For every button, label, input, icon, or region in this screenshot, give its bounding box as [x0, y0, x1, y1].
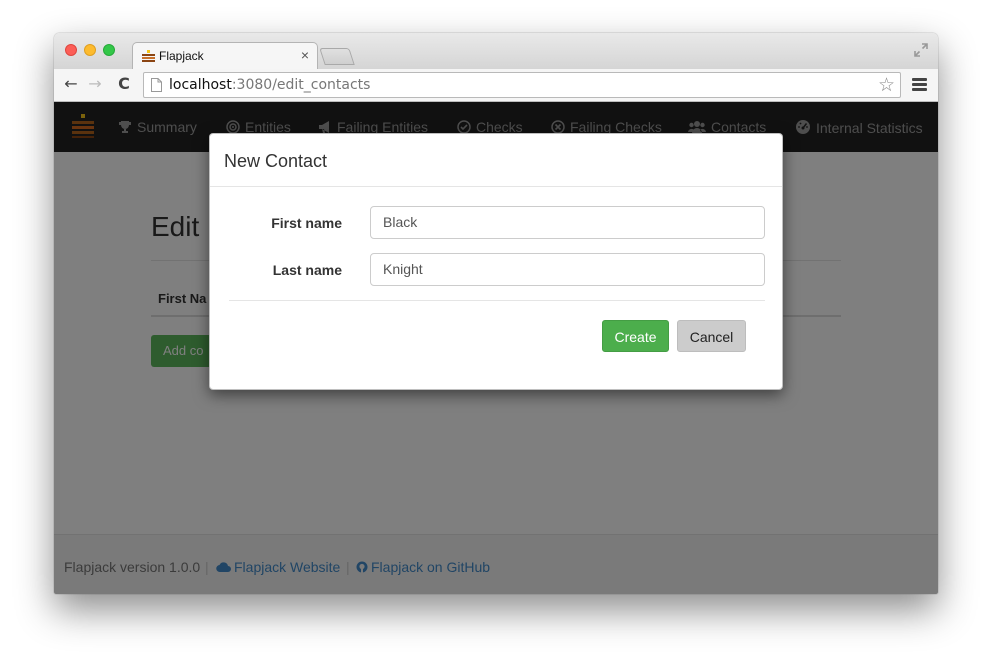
forward-button[interactable]: →	[86, 75, 104, 93]
menu-hamburger-icon[interactable]	[912, 78, 927, 91]
window-minimize-button[interactable]	[84, 44, 96, 56]
window-close-button[interactable]	[65, 44, 77, 56]
tab-title: Flapjack	[159, 49, 204, 63]
first-name-input[interactable]: Black	[370, 206, 765, 239]
address-bar[interactable]: localhost:3080/edit_contacts ☆	[143, 72, 901, 98]
reload-button[interactable]: C	[115, 75, 133, 93]
bookmark-star-icon[interactable]: ☆	[878, 74, 895, 96]
modal-footer-divider	[229, 300, 765, 301]
url-host: localhost	[169, 77, 232, 93]
flapjack-favicon-icon	[142, 50, 155, 62]
url-path: :3080/edit_contacts	[231, 77, 371, 93]
browser-toolbar: ← → C localhost:3080/edit_contacts ☆	[54, 69, 938, 102]
fullscreen-icon[interactable]	[914, 43, 928, 57]
cancel-button[interactable]: Cancel	[677, 320, 746, 352]
new-contact-modal: New Contact First name Black Last name K…	[209, 133, 783, 390]
create-button[interactable]: Create	[602, 320, 669, 352]
window-zoom-button[interactable]	[103, 44, 115, 56]
modal-header-divider	[210, 186, 782, 187]
modal-title: New Contact	[224, 151, 328, 171]
browser-window: Flapjack × ← → C localhost:3080/edit_con…	[54, 33, 938, 594]
url-text: localhost:3080/edit_contacts	[169, 77, 370, 93]
first-name-label: First name	[271, 215, 342, 231]
last-name-input[interactable]: Knight	[370, 253, 765, 286]
tab-close-icon[interactable]: ×	[301, 47, 309, 63]
page-icon	[151, 78, 162, 92]
last-name-label: Last name	[272, 262, 342, 278]
back-button[interactable]: ←	[62, 75, 80, 93]
web-page: Summary Entities Failing Entities Checks…	[54, 102, 938, 594]
new-tab-button[interactable]	[319, 48, 355, 65]
browser-tab[interactable]: Flapjack ×	[132, 42, 318, 70]
tab-strip: Flapjack ×	[54, 33, 938, 70]
